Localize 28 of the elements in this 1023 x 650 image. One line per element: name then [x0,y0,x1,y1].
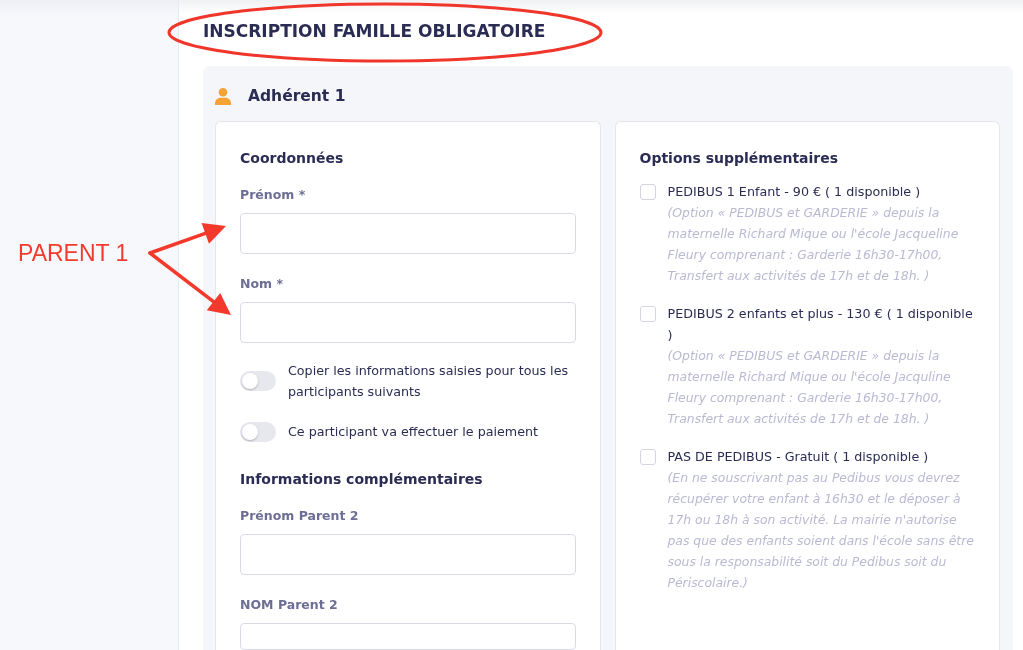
section-heading: Informations complémentaires [240,470,483,489]
option-label: PEDIBUS 1 Enfant - 90 € ( 1 disponible ) [667,183,921,201]
field-label: Prénom Parent 2 [240,507,359,525]
option-description: (Option « PEDIBUS et GARDERIE » depuis la maternelle Richard Mique ou l'école Jacqueline Fleury comprenant : Garderie 16h30-17h00, Transfert aux activités de 17h et de 18h. ) [667,204,960,285]
section-heading: Coordonnées [240,149,344,168]
option-description: (En ne souscrivant pas au Pedibus vous devrez récupérer votre enfant à 16h30 et le déposer à 17h ou 18h à son activité. La mairie n'autorise pas que des enfants soient dans l'école sans être sous la responsabilité soit du Pedibus soit du Périscolaire.) [667,469,975,592]
toggle-switch[interactable] [240,421,276,442]
input-field[interactable] [240,623,576,650]
input-field[interactable] [240,213,576,254]
annotation-label: PARENT 1 [18,240,129,266]
option-label: PEDIBUS 2 enfants et plus - 130 € ( 1 disponible ) [667,305,974,344]
page-title: INSCRIPTION FAMILLE OBLIGATOIRE [203,20,546,43]
toggle-switch[interactable] [240,371,276,391]
field-label: Nom * [240,275,283,293]
member-title: Adhérent 1 [248,86,346,107]
field-label: Prénom * [240,186,306,204]
checkbox[interactable] [639,184,656,200]
toggle-label: Copier les informations saisies pour tous les participants suivants [288,362,570,401]
checkbox[interactable] [639,449,656,465]
section-heading: Options supplémentaires [639,149,839,168]
user-icon [215,87,231,105]
input-field[interactable] [240,534,576,575]
field-label: NOM Parent 2 [240,596,338,614]
checkbox[interactable] [639,306,656,322]
option-label: PAS DE PEDIBUS - Gratuit ( 1 disponible ) [667,448,929,466]
toggle-label: Ce participant va effectuer le paiement [288,423,539,441]
input-field[interactable] [240,302,576,343]
option-description: (Option « PEDIBUS et GARDERIE » depuis la maternelle Richard Mique ou l'école Jacquline Fleury comprenant : Garderie 16h30-17h00, Transfert aux activités de 17h et de 18h. ) [667,347,952,428]
